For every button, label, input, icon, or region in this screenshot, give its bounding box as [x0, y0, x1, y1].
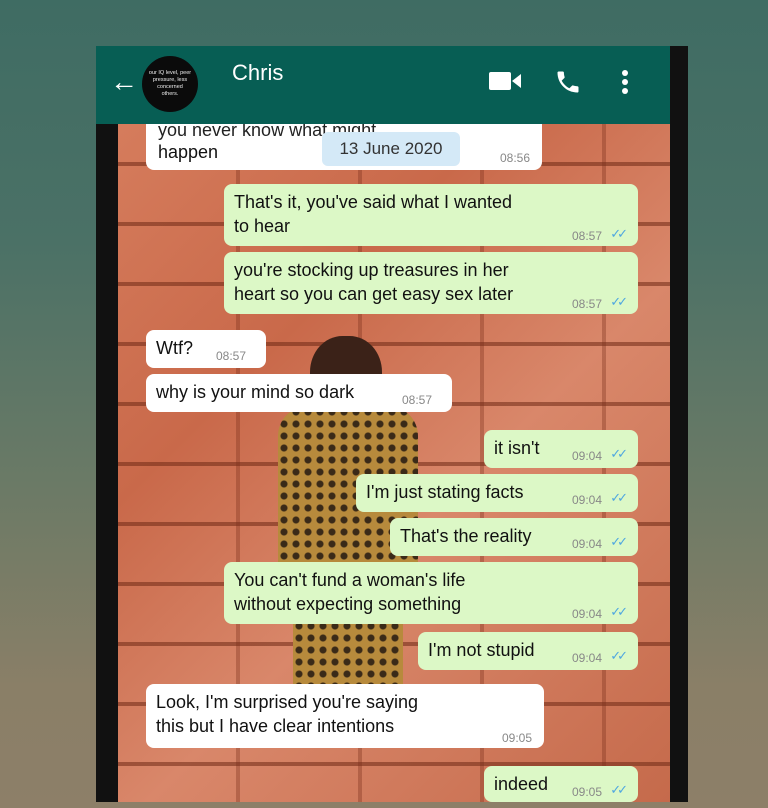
- message-time: 08:57: [571, 229, 602, 243]
- message-outgoing[interactable]: You can't fund a woman's life without ex…: [224, 562, 638, 624]
- message-list[interactable]: you never know what might happen 08:56 1…: [118, 46, 670, 802]
- message-text-line1: Look, I'm surprised you're saying: [156, 692, 418, 712]
- message-text: I'm just stating facts: [366, 482, 524, 502]
- arrow-left-icon[interactable]: ←: [110, 68, 138, 96]
- message-time: 09:04: [571, 537, 602, 551]
- message-text: indeed: [494, 774, 549, 794]
- message-incoming[interactable]: Look, I'm surprised you're saying this b…: [146, 684, 544, 748]
- message-outgoing[interactable]: That's it, you've said what I wanted to …: [224, 184, 638, 246]
- more-vert-icon[interactable]: [620, 68, 630, 101]
- message-text: That's the reality: [400, 526, 532, 546]
- read-ticks-icon: ✓✓: [610, 446, 628, 461]
- message-time: 09:05: [571, 785, 602, 799]
- chat-header: ← our IQ level, peer pressure, less conc…: [96, 46, 670, 124]
- date-chip: 13 June 2020: [322, 132, 460, 166]
- message-time: 09:04: [571, 493, 602, 507]
- message-outgoing[interactable]: it isn't 09:04 ✓✓: [484, 430, 638, 468]
- message-text-line1: you're stocking up treasures in her: [234, 260, 509, 280]
- message-text: happen: [158, 142, 219, 162]
- read-ticks-icon: ✓✓: [610, 604, 628, 619]
- message-outgoing[interactable]: I'm just stating facts 09:04 ✓✓: [356, 474, 638, 512]
- message-time: 09:04: [571, 607, 602, 621]
- chat-wallpaper: you never know what might happen 08:56 1…: [118, 46, 670, 802]
- message-time: 08:57: [402, 393, 433, 407]
- message-text-line2: to hear: [234, 216, 291, 236]
- message-time: 09:05: [501, 731, 532, 745]
- read-ticks-icon: ✓✓: [610, 534, 628, 549]
- avatar-text: our IQ level, peer pressure, less concer…: [148, 70, 192, 97]
- message-time: 09:04: [571, 449, 602, 463]
- message-time: 08:57: [571, 297, 602, 311]
- video-camera-icon[interactable]: [488, 68, 522, 99]
- read-ticks-icon: ✓✓: [610, 226, 628, 241]
- message-incoming[interactable]: Wtf? 08:57: [146, 330, 266, 368]
- message-text-line2: this but I have clear intentions: [156, 716, 395, 736]
- message-text: I'm not stupid: [428, 640, 535, 660]
- message-text-line2: heart so you can get easy sex later: [234, 284, 514, 304]
- read-ticks-icon: ✓✓: [610, 294, 628, 309]
- message-text-line1: You can't fund a woman's life: [234, 570, 466, 590]
- avatar[interactable]: our IQ level, peer pressure, less concer…: [142, 56, 198, 112]
- message-text: Wtf?: [156, 338, 194, 358]
- message-text-line2: without expecting something: [234, 594, 462, 614]
- message-outgoing[interactable]: you're stocking up treasures in her hear…: [224, 252, 638, 314]
- message-outgoing[interactable]: indeed 09:05 ✓✓: [484, 766, 638, 802]
- read-ticks-icon: ✓✓: [610, 490, 628, 505]
- phone-icon[interactable]: [554, 68, 582, 101]
- message-outgoing[interactable]: That's the reality 09:04 ✓✓: [390, 518, 638, 556]
- message-time: 08:56: [499, 151, 530, 165]
- message-text: why is your mind so dark: [156, 382, 355, 402]
- message-time: 09:04: [571, 651, 602, 665]
- message-incoming[interactable]: why is your mind so dark 08:57: [146, 374, 452, 412]
- phone-frame: you never know what might happen 08:56 1…: [96, 46, 688, 802]
- message-outgoing[interactable]: I'm not stupid 09:04 ✓✓: [418, 632, 638, 670]
- read-ticks-icon: ✓✓: [610, 782, 628, 797]
- read-ticks-icon: ✓✓: [610, 648, 628, 663]
- message-time: 08:57: [216, 349, 247, 363]
- message-text-line1: That's it, you've said what I wanted: [234, 192, 513, 212]
- contact-name[interactable]: Chris: [232, 60, 283, 86]
- message-text: it isn't: [494, 438, 540, 458]
